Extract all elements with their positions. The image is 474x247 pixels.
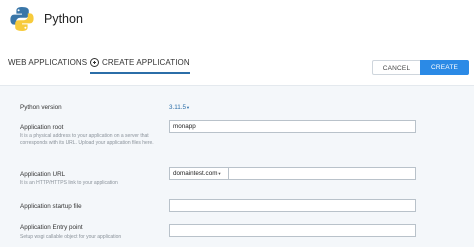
page-title: Python [44,12,83,26]
entry-point-input[interactable] [169,224,416,237]
caret-down-icon: ▼ [186,104,191,110]
tab-web-applications[interactable]: WEB APPLICATIONS [8,58,87,67]
app-url-path-input[interactable] [229,167,416,180]
domain-select[interactable]: domaintest.com▼ [169,167,229,180]
app-url-label: Application URL [20,171,66,178]
startup-file-input[interactable] [169,199,416,212]
tab-create-application-label: CREATE APPLICATION [102,58,190,67]
app-root-help: It is a physical address to your applica… [20,133,154,146]
form-panel [0,85,474,247]
python-logo-icon [10,7,34,31]
python-version-value: 3.11.5 [169,104,187,111]
app-header: Python [0,0,474,40]
app-url-help: It is an HTTP/HTTPS link to your applica… [20,180,118,186]
plus-circle-icon [90,58,99,67]
python-version-label: Python version [20,104,62,111]
create-button[interactable]: CREATE [420,60,469,75]
caret-down-icon: ▼ [217,171,222,176]
entry-point-label: Application Entry point [20,224,83,231]
domain-value: domaintest.com [173,170,218,178]
startup-file-label: Application startup file [20,203,82,210]
entry-point-help: Setup wsgi callable object for your appl… [20,234,122,240]
tab-create-application[interactable]: CREATE APPLICATION [90,58,190,74]
app-root-input[interactable]: monapp [169,120,416,133]
app-root-label: Application root [20,124,64,131]
app-url-group: domaintest.com▼ [169,167,416,180]
python-version-select[interactable]: 3.11.5▼ [169,104,190,111]
cancel-button[interactable]: CANCEL [372,60,421,75]
